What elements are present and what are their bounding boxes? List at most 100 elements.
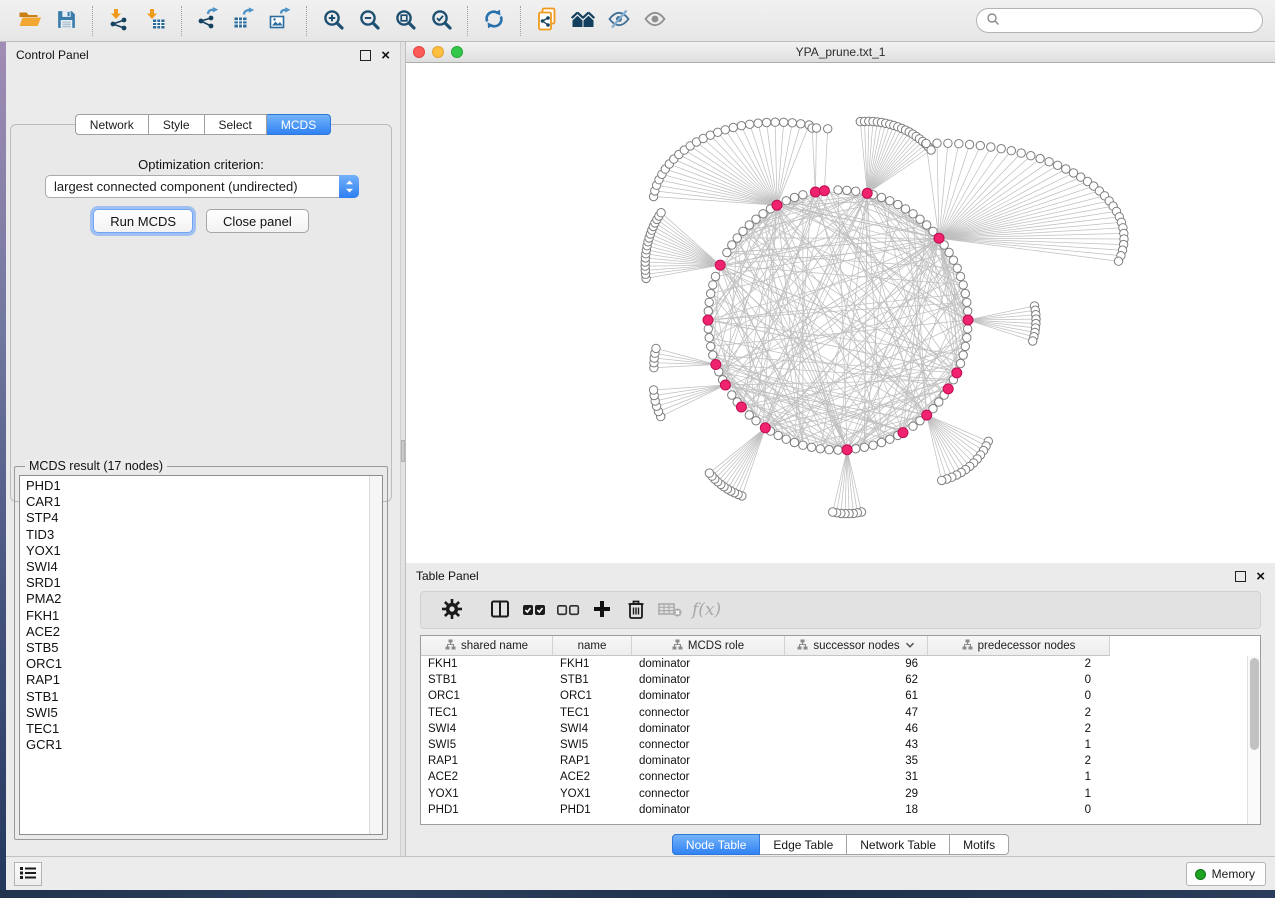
- status-menu-button[interactable]: [14, 862, 42, 886]
- optimization-criterion-select[interactable]: largest connected component (undirected): [45, 175, 359, 198]
- table-cell[interactable]: 62: [785, 674, 928, 686]
- table-cell[interactable]: SWI4: [553, 723, 632, 735]
- table-cell[interactable]: RAP1: [421, 755, 553, 767]
- mcds-result-item[interactable]: PHD1: [20, 478, 368, 494]
- table-cell[interactable]: FKH1: [421, 658, 553, 670]
- column-header-name[interactable]: name: [553, 636, 632, 655]
- column-header-shared-name[interactable]: shared name: [421, 636, 553, 655]
- export-table-button[interactable]: [226, 4, 262, 38]
- select-all-button[interactable]: [517, 595, 551, 625]
- close-panel-button[interactable]: Close panel: [206, 209, 309, 233]
- table-cell[interactable]: FKH1: [553, 658, 632, 670]
- new-network-from-selection-button[interactable]: [529, 4, 565, 38]
- mcds-result-item[interactable]: SWI4: [20, 559, 368, 575]
- export-image-button[interactable]: [262, 4, 298, 38]
- table-cell[interactable]: YOX1: [421, 788, 553, 800]
- table-row[interactable]: YOX1YOX1connector291: [421, 786, 1246, 802]
- float-panel-icon[interactable]: [360, 50, 371, 61]
- mcds-result-item[interactable]: TEC1: [20, 721, 368, 737]
- column-header-predecessor-nodes[interactable]: predecessor nodes: [928, 636, 1110, 655]
- table-cell[interactable]: 2: [928, 658, 1110, 670]
- table-cell[interactable]: 2: [928, 755, 1110, 767]
- zoom-in-button[interactable]: [315, 4, 351, 38]
- mcds-result-item[interactable]: FKH1: [20, 608, 368, 624]
- tab-network[interactable]: Network: [75, 114, 149, 135]
- table-row[interactable]: SWI4SWI4dominator462: [421, 721, 1246, 737]
- network-canvas[interactable]: [406, 63, 1275, 563]
- mcds-result-item[interactable]: STB5: [20, 640, 368, 656]
- table-cell[interactable]: PHD1: [421, 804, 553, 816]
- table-cell[interactable]: 96: [785, 658, 928, 670]
- table-cell[interactable]: 35: [785, 755, 928, 767]
- zoom-fit-button[interactable]: [387, 4, 423, 38]
- table-cell[interactable]: connector: [632, 771, 785, 783]
- node-table[interactable]: shared namenameMCDS rolesuccessor nodesp…: [420, 635, 1261, 825]
- search-box[interactable]: [976, 8, 1263, 33]
- mcds-result-item[interactable]: YOX1: [20, 543, 368, 559]
- table-cell[interactable]: connector: [632, 707, 785, 719]
- open-session-button[interactable]: [12, 4, 48, 38]
- table-scrollbar[interactable]: [1247, 656, 1260, 824]
- network-window-titlebar[interactable]: YPA_prune.txt_1: [406, 42, 1275, 63]
- table-cell[interactable]: SWI5: [553, 739, 632, 751]
- first-neighbors-button[interactable]: [565, 4, 601, 38]
- mcds-result-item[interactable]: CAR1: [20, 494, 368, 510]
- tab-motifs[interactable]: Motifs: [950, 834, 1009, 855]
- table-cell[interactable]: 0: [928, 690, 1110, 702]
- table-cell[interactable]: 18: [785, 804, 928, 816]
- refresh-button[interactable]: [476, 4, 512, 38]
- table-cell[interactable]: ORC1: [553, 690, 632, 702]
- mcds-result-item[interactable]: STP4: [20, 510, 368, 526]
- table-cell[interactable]: dominator: [632, 723, 785, 735]
- mcds-result-listbox[interactable]: PHD1CAR1STP4TID3YOX1SWI4SRD1PMA2FKH1ACE2…: [19, 475, 383, 835]
- table-cell[interactable]: dominator: [632, 658, 785, 670]
- mcds-result-item[interactable]: PMA2: [20, 591, 368, 607]
- memory-button[interactable]: Memory: [1186, 862, 1266, 886]
- table-cell[interactable]: dominator: [632, 804, 785, 816]
- import-table-button[interactable]: [137, 4, 173, 38]
- zoom-selected-button[interactable]: [423, 4, 459, 38]
- toggle-column-view-button[interactable]: [483, 595, 517, 625]
- table-row[interactable]: ACE2ACE2connector311: [421, 769, 1246, 785]
- table-cell[interactable]: 29: [785, 788, 928, 800]
- column-header-successor-nodes[interactable]: successor nodes: [785, 636, 928, 655]
- table-cell[interactable]: STB1: [421, 674, 553, 686]
- mcds-result-item[interactable]: SWI5: [20, 705, 368, 721]
- search-input[interactable]: [1000, 14, 1253, 28]
- save-session-button[interactable]: [48, 4, 84, 38]
- delete-column-button[interactable]: [619, 595, 653, 625]
- table-cell[interactable]: connector: [632, 788, 785, 800]
- table-cell[interactable]: 0: [928, 674, 1110, 686]
- table-cell[interactable]: 1: [928, 739, 1110, 751]
- table-cell[interactable]: dominator: [632, 690, 785, 702]
- splitter-handle[interactable]: [401, 440, 405, 462]
- show-all-button[interactable]: [637, 4, 673, 38]
- table-row[interactable]: SWI5SWI5connector431: [421, 737, 1246, 753]
- table-cell[interactable]: SWI4: [421, 723, 553, 735]
- mcds-result-item[interactable]: ACE2: [20, 624, 368, 640]
- tab-select[interactable]: Select: [205, 114, 267, 135]
- tab-node-table[interactable]: Node Table: [672, 834, 761, 855]
- table-cell[interactable]: ACE2: [553, 771, 632, 783]
- export-network-button[interactable]: [190, 4, 226, 38]
- table-cell[interactable]: 2: [928, 707, 1110, 719]
- mcds-result-item[interactable]: GCR1: [20, 737, 368, 753]
- mcds-result-item[interactable]: SRD1: [20, 575, 368, 591]
- tab-edge-table[interactable]: Edge Table: [760, 834, 847, 855]
- table-cell[interactable]: PHD1: [553, 804, 632, 816]
- mcds-result-item[interactable]: STB1: [20, 689, 368, 705]
- table-cell[interactable]: 2: [928, 723, 1110, 735]
- mcds-result-item[interactable]: TID3: [20, 527, 368, 543]
- table-row[interactable]: STB1STB1dominator620: [421, 672, 1246, 688]
- table-cell[interactable]: RAP1: [553, 755, 632, 767]
- table-cell[interactable]: YOX1: [553, 788, 632, 800]
- table-row[interactable]: PHD1PHD1dominator180: [421, 802, 1246, 818]
- table-cell[interactable]: TEC1: [421, 707, 553, 719]
- import-network-button[interactable]: [101, 4, 137, 38]
- table-cell[interactable]: 1: [928, 771, 1110, 783]
- mcds-list-scrollbar[interactable]: [369, 476, 382, 834]
- float-panel-icon[interactable]: [1235, 571, 1246, 582]
- table-cell[interactable]: 61: [785, 690, 928, 702]
- table-cell[interactable]: SWI5: [421, 739, 553, 751]
- add-column-button[interactable]: [585, 595, 619, 625]
